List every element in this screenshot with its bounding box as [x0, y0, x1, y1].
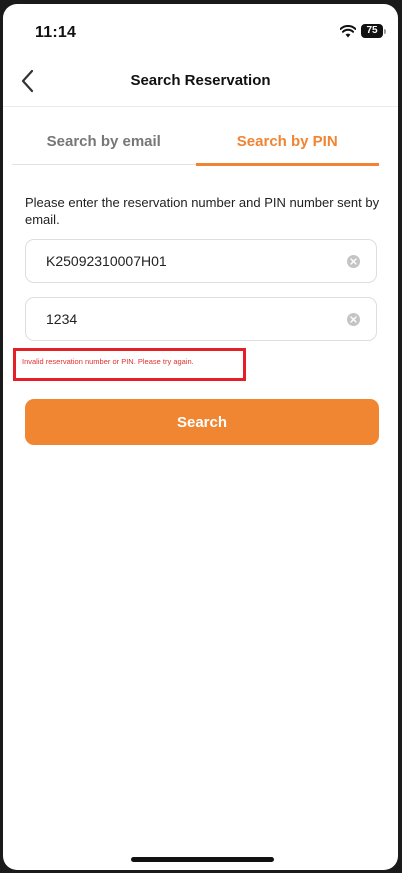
search-tabs: Search by email Search by PIN: [12, 122, 380, 166]
wifi-icon: [340, 25, 356, 38]
clear-circle-icon[interactable]: [347, 313, 360, 326]
reservation-number-field: [25, 239, 377, 283]
reservation-number-input[interactable]: [46, 240, 326, 282]
battery-cap: [384, 29, 386, 34]
navigation-bar: Search Reservation: [3, 56, 398, 107]
error-highlight-box: Invalid reservation number or PIN. Pleas…: [13, 348, 246, 381]
error-message: Invalid reservation number or PIN. Pleas…: [22, 357, 194, 366]
status-bar: 11:14 75: [3, 4, 398, 56]
home-indicator: [131, 857, 274, 862]
tab-search-by-pin[interactable]: Search by PIN: [195, 122, 380, 166]
page-title: Search Reservation: [130, 72, 271, 89]
instructions-text: Please enter the reservation number and …: [25, 195, 380, 227]
status-time: 11:14: [35, 24, 77, 41]
tab-search-by-email[interactable]: Search by email: [12, 122, 196, 164]
pin-field: [25, 297, 377, 341]
clear-circle-icon[interactable]: [347, 255, 360, 268]
battery-icon: 75: [361, 24, 383, 38]
phone-screen: 11:14 75 Search Reservation Search by em…: [3, 4, 398, 870]
pin-input[interactable]: [46, 298, 326, 340]
search-button[interactable]: Search: [25, 399, 379, 445]
